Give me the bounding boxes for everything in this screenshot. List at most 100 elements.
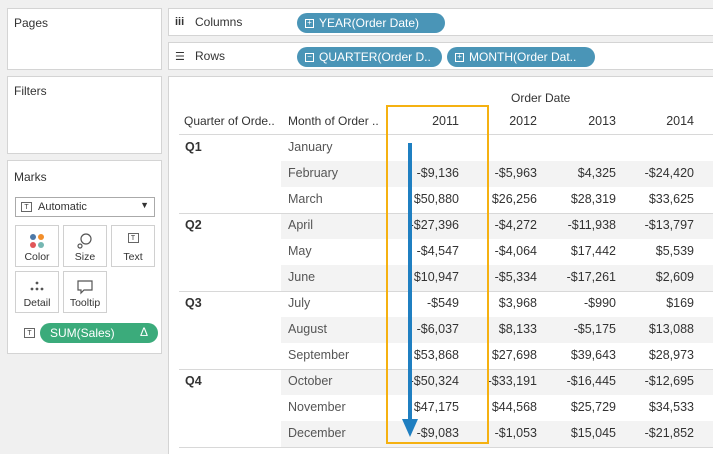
- month-label[interactable]: March: [288, 192, 323, 206]
- sales-cell[interactable]: -$13,797: [645, 218, 694, 232]
- sales-cell[interactable]: $5,539: [656, 244, 694, 258]
- sales-cell[interactable]: $4,325: [578, 166, 616, 180]
- quarter-label[interactable]: Q1: [185, 140, 202, 154]
- sales-cell[interactable]: $28,319: [571, 192, 616, 206]
- pages-title: Pages: [14, 16, 49, 30]
- quarter-label[interactable]: Q3: [185, 296, 202, 310]
- sales-cell[interactable]: $3,968: [499, 296, 537, 310]
- month-label[interactable]: November: [288, 400, 346, 414]
- sum-sales-pill[interactable]: SUM(Sales) Δ: [40, 323, 158, 343]
- text-icon: T: [112, 233, 154, 243]
- detail-button[interactable]: Detail: [15, 271, 59, 313]
- year-header-2014[interactable]: 2014: [666, 114, 694, 128]
- marks-card: Marks T Automatic ▼ Color Size T Text De…: [7, 160, 162, 354]
- delta-icon: Δ: [139, 325, 148, 339]
- text-mark-icon: T: [21, 202, 32, 212]
- month-label[interactable]: July: [288, 296, 310, 310]
- highlight-box-2011: [386, 105, 489, 444]
- text-button[interactable]: T Text: [111, 225, 155, 267]
- month-label[interactable]: August: [288, 322, 327, 336]
- sales-cell[interactable]: $28,973: [649, 348, 694, 362]
- sales-cell[interactable]: $13,088: [649, 322, 694, 336]
- month-label[interactable]: June: [288, 270, 315, 284]
- detail-button-label: Detail: [23, 297, 51, 309]
- month-row-header[interactable]: Month of Order ..: [288, 114, 379, 128]
- sales-cell[interactable]: -$17,261: [567, 270, 616, 284]
- sales-cell[interactable]: $25,729: [571, 400, 616, 414]
- column-group-header[interactable]: Order Date: [511, 91, 570, 105]
- columns-label-text: Columns: [195, 15, 243, 29]
- month-label[interactable]: September: [288, 348, 349, 362]
- rows-shelf-label: ☰ Rows: [175, 49, 225, 63]
- sales-cell[interactable]: $15,045: [571, 426, 616, 440]
- text-mark-icon: T: [24, 328, 35, 338]
- pages-card[interactable]: Pages: [7, 8, 162, 70]
- color-button[interactable]: Color: [15, 225, 59, 267]
- tooltip-button[interactable]: Tooltip: [63, 271, 107, 313]
- mark-type-dropdown[interactable]: T Automatic ▼: [15, 197, 155, 217]
- size-button-label: Size: [74, 251, 96, 263]
- month-label[interactable]: April: [288, 218, 313, 232]
- sales-cell[interactable]: $39,643: [571, 348, 616, 362]
- chevron-down-icon: ▼: [140, 200, 149, 210]
- detail-icon: [16, 279, 58, 295]
- tooltip-button-label: Tooltip: [69, 297, 101, 309]
- sales-cell[interactable]: $33,625: [649, 192, 694, 206]
- month-label[interactable]: February: [288, 166, 338, 180]
- sales-cell[interactable]: $27,698: [492, 348, 537, 362]
- sales-cell[interactable]: $8,133: [499, 322, 537, 336]
- measure-field-row: T SUM(Sales) Δ: [15, 323, 158, 343]
- size-button[interactable]: Size: [63, 225, 107, 267]
- rows-icon: ☰: [175, 50, 185, 63]
- quarter-label[interactable]: Q4: [185, 374, 202, 388]
- rows-shelf[interactable]: ☰ Rows − QUARTER(Order D.. + MONTH(Order…: [168, 42, 713, 70]
- year-header-2013[interactable]: 2013: [588, 114, 616, 128]
- sales-cell[interactable]: $169: [666, 296, 694, 310]
- expand-icon: +: [305, 18, 314, 28]
- sales-cell[interactable]: -$990: [584, 296, 616, 310]
- year-header-2012[interactable]: 2012: [509, 114, 537, 128]
- month-label[interactable]: January: [288, 140, 332, 154]
- rows-label-text: Rows: [195, 49, 226, 63]
- sales-cell[interactable]: -$16,445: [567, 374, 616, 388]
- view-canvas[interactable]: Order Date Quarter of Orde.. Month of Orde…: [168, 76, 713, 454]
- quarter-row-header[interactable]: Quarter of Orde..: [184, 114, 275, 128]
- columns-shelf[interactable]: iii Columns + YEAR(Order Date): [168, 8, 713, 36]
- month-label[interactable]: December: [288, 426, 346, 440]
- sales-cell[interactable]: -$4,272: [495, 218, 537, 232]
- month-label[interactable]: May: [288, 244, 312, 258]
- quarter-order-date-pill[interactable]: − QUARTER(Order D..: [297, 47, 442, 67]
- text-button-label: Text: [123, 251, 143, 263]
- mark-type-value: Automatic: [38, 201, 87, 213]
- sales-cell[interactable]: -$1,053: [495, 426, 537, 440]
- sales-cell[interactable]: $17,442: [571, 244, 616, 258]
- month-order-date-label: MONTH(Order Dat..: [469, 50, 577, 64]
- sales-cell[interactable]: -$12,695: [645, 374, 694, 388]
- sales-cell[interactable]: -$11,938: [568, 218, 616, 232]
- marks-title: Marks: [14, 170, 47, 184]
- sales-cell[interactable]: $26,256: [492, 192, 537, 206]
- sales-cell[interactable]: -$5,963: [495, 166, 537, 180]
- table-bottom-divider: [179, 447, 713, 448]
- color-button-label: Color: [24, 251, 50, 263]
- month-order-date-pill[interactable]: + MONTH(Order Dat..: [447, 47, 595, 67]
- sales-cell[interactable]: -$24,420: [645, 166, 694, 180]
- year-order-date-label: YEAR(Order Date): [319, 16, 420, 30]
- sales-cell[interactable]: -$4,064: [495, 244, 537, 258]
- sales-cell[interactable]: $34,533: [649, 400, 694, 414]
- tooltip-icon: [64, 279, 106, 295]
- sales-cell[interactable]: -$33,191: [488, 374, 537, 388]
- year-order-date-pill[interactable]: + YEAR(Order Date): [297, 13, 445, 33]
- month-label[interactable]: October: [288, 374, 332, 388]
- color-dots-icon: [16, 233, 58, 249]
- size-icon: [64, 233, 106, 249]
- sales-cell[interactable]: -$5,175: [574, 322, 616, 336]
- sales-cell[interactable]: $44,568: [492, 400, 537, 414]
- columns-shelf-label: iii Columns: [175, 15, 242, 29]
- columns-icon: iii: [175, 16, 185, 28]
- sales-cell[interactable]: -$5,334: [495, 270, 537, 284]
- sales-cell[interactable]: -$21,852: [645, 426, 694, 440]
- filters-card[interactable]: Filters: [7, 76, 162, 154]
- sales-cell[interactable]: $2,609: [656, 270, 694, 284]
- quarter-label[interactable]: Q2: [185, 218, 202, 232]
